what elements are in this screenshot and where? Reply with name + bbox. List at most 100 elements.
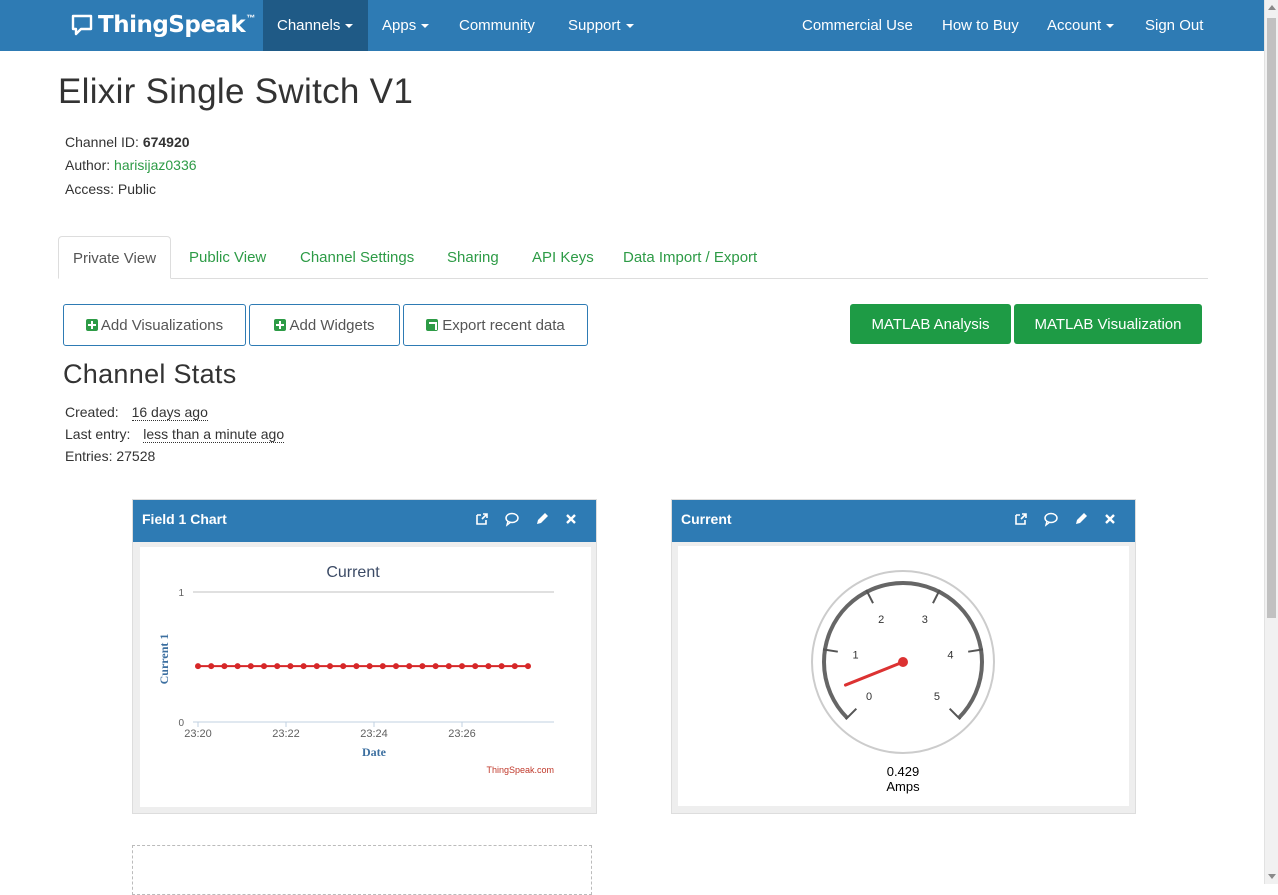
close-icon[interactable] bbox=[1101, 510, 1119, 528]
add-visualizations-button[interactable]: Add Visualizations bbox=[63, 304, 246, 346]
access-line: Access: Public bbox=[65, 181, 156, 197]
chart-credit-link[interactable]: ThingSpeak.com bbox=[486, 765, 554, 775]
gauge-tick-label: 2 bbox=[878, 614, 884, 626]
scroll-down-arrow-icon[interactable] bbox=[1268, 874, 1276, 879]
chart-area: Current 01 23:20 23:22 23:24 23:26 Current … bbox=[140, 547, 591, 807]
tab-channel-settings[interactable]: Channel Settings bbox=[300, 236, 414, 279]
widget-title: Field 1 Chart bbox=[142, 511, 227, 527]
chart-series bbox=[195, 663, 531, 670]
x-tick-label: 23:26 bbox=[448, 728, 476, 740]
data-point bbox=[511, 663, 518, 670]
data-point bbox=[234, 663, 241, 670]
data-point bbox=[247, 663, 254, 670]
top-navbar: ThingSpeak ™ Channels Apps Community Sup… bbox=[0, 0, 1264, 51]
nav-sign-out-link[interactable]: Sign Out bbox=[1145, 0, 1203, 51]
nav-support-menu[interactable]: Support bbox=[568, 0, 634, 51]
matlab-visualization-button[interactable]: MATLAB Visualization bbox=[1014, 304, 1202, 344]
nav-support-label: Support bbox=[568, 17, 621, 34]
add-widgets-button[interactable]: Add Widgets bbox=[249, 304, 400, 346]
add-widgets-label: Add Widgets bbox=[289, 316, 375, 334]
author-link[interactable]: harisijaz0336 bbox=[114, 157, 197, 173]
chart-gridlines bbox=[193, 591, 554, 723]
nav-account-menu[interactable]: Account bbox=[1047, 0, 1115, 51]
data-point bbox=[221, 663, 228, 670]
scrollbar-thumb[interactable] bbox=[1267, 18, 1276, 618]
created-label: Created: bbox=[65, 404, 119, 420]
chart-title: Current bbox=[326, 564, 380, 581]
tab-sharing[interactable]: Sharing bbox=[447, 236, 499, 279]
current-gauge-widget: Current 0 1 2 3 4 5 0.429 Amps bbox=[671, 499, 1136, 814]
access-label: Access: bbox=[65, 181, 115, 197]
data-point bbox=[287, 663, 294, 670]
widget-header: Current bbox=[672, 500, 1135, 542]
nav-apps-menu[interactable]: Apps bbox=[382, 0, 430, 51]
y-tick-label: 1 bbox=[178, 588, 184, 599]
pencil-icon[interactable] bbox=[1072, 510, 1090, 528]
comment-icon[interactable] bbox=[1042, 510, 1060, 528]
data-point bbox=[459, 663, 465, 670]
gauge-dial: 0 1 2 3 4 5 0.429 Amps bbox=[811, 570, 995, 794]
tab-private-view[interactable]: Private View bbox=[58, 236, 171, 279]
comment-icon[interactable] bbox=[503, 510, 521, 528]
x-tick-label: 23:22 bbox=[272, 728, 300, 740]
add-visualizations-label: Add Visualizations bbox=[100, 316, 224, 334]
pencil-icon[interactable] bbox=[533, 510, 551, 528]
data-point bbox=[366, 663, 373, 670]
data-point bbox=[525, 663, 531, 670]
chart-x-axis-label: Date bbox=[362, 745, 387, 759]
channel-id-value: 674920 bbox=[142, 134, 190, 150]
data-point bbox=[485, 663, 492, 670]
data-point bbox=[419, 663, 426, 670]
caret-down-icon bbox=[1106, 24, 1115, 29]
gauge-units: Amps bbox=[886, 779, 920, 794]
x-tick-label: 23:20 bbox=[184, 728, 212, 740]
page-scrollbar[interactable] bbox=[1264, 0, 1278, 884]
gauge-area: 0 1 2 3 4 5 0.429 Amps bbox=[678, 546, 1129, 806]
tab-public-view[interactable]: Public View bbox=[189, 236, 266, 279]
access-value: Public bbox=[117, 181, 157, 197]
data-point bbox=[472, 663, 479, 670]
channel-id-label: Channel ID: bbox=[65, 134, 139, 150]
entries-value: 27528 bbox=[116, 448, 156, 464]
field-1-chart-widget: Field 1 Chart Current 01 23:20 23:22 23:24… bbox=[132, 499, 597, 814]
data-point bbox=[432, 663, 439, 670]
x-tick-label: 23:24 bbox=[360, 728, 388, 740]
nav-account-label: Account bbox=[1047, 17, 1102, 34]
gauge-tick-label: 0 bbox=[866, 691, 872, 703]
nav-channels-menu[interactable]: Channels bbox=[263, 0, 368, 51]
data-point bbox=[393, 663, 399, 670]
widget-header: Field 1 Chart bbox=[133, 500, 596, 542]
external-link-icon[interactable] bbox=[1012, 510, 1030, 528]
created-value: 16 days ago bbox=[131, 404, 208, 421]
plus-square-icon bbox=[274, 319, 287, 331]
scroll-up-arrow-icon[interactable] bbox=[1268, 5, 1276, 10]
speech-bubble-icon bbox=[71, 14, 93, 36]
line-chart: Current 01 23:20 23:22 23:24 23:26 Current … bbox=[157, 564, 554, 775]
gauge-value: 0.429 bbox=[887, 764, 920, 779]
data-point bbox=[406, 663, 413, 670]
channel-stats-heading: Channel Stats bbox=[63, 359, 237, 389]
external-link-icon[interactable] bbox=[473, 510, 491, 528]
brand-name: ThingSpeak bbox=[98, 12, 246, 38]
data-point bbox=[353, 663, 360, 670]
nav-commercial-use-link[interactable]: Commercial Use bbox=[802, 0, 913, 51]
thingspeak-logo[interactable]: ThingSpeak ™ bbox=[70, 10, 255, 40]
chart-y-axis-label: Current 1 bbox=[157, 634, 171, 685]
external-link-icon bbox=[426, 319, 439, 331]
matlab-analysis-button[interactable]: MATLAB Analysis bbox=[850, 304, 1011, 344]
chart-y-ticks: 01 bbox=[178, 588, 184, 729]
last-entry-value: less than a minute ago bbox=[143, 426, 285, 443]
gauge-tick-label: 5 bbox=[934, 691, 940, 703]
nav-how-to-buy-link[interactable]: How to Buy bbox=[942, 0, 1019, 51]
data-point bbox=[208, 663, 215, 670]
nav-community-link[interactable]: Community bbox=[459, 0, 535, 51]
nav-apps-label: Apps bbox=[382, 17, 417, 34]
tab-data-import-export[interactable]: Data Import / Export bbox=[623, 236, 757, 279]
data-point bbox=[379, 663, 386, 670]
close-icon[interactable] bbox=[562, 510, 580, 528]
tab-api-keys[interactable]: API Keys bbox=[532, 236, 594, 279]
caret-down-icon bbox=[421, 24, 430, 29]
export-recent-data-button[interactable]: Export recent data bbox=[403, 304, 588, 346]
nav-channels-label: Channels bbox=[277, 17, 341, 34]
caret-down-icon bbox=[625, 24, 634, 29]
